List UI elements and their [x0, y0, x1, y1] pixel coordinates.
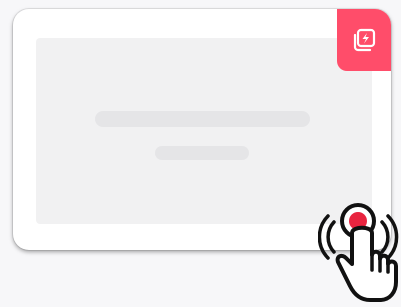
stage — [0, 0, 401, 307]
flash-stack-icon — [353, 28, 376, 52]
skeleton-subtitle-line — [155, 146, 249, 160]
tap-hand-icon — [318, 203, 399, 302]
quick-action-badge[interactable] — [337, 9, 391, 71]
skeleton-title-line — [95, 111, 310, 127]
content-placeholder — [36, 38, 372, 224]
